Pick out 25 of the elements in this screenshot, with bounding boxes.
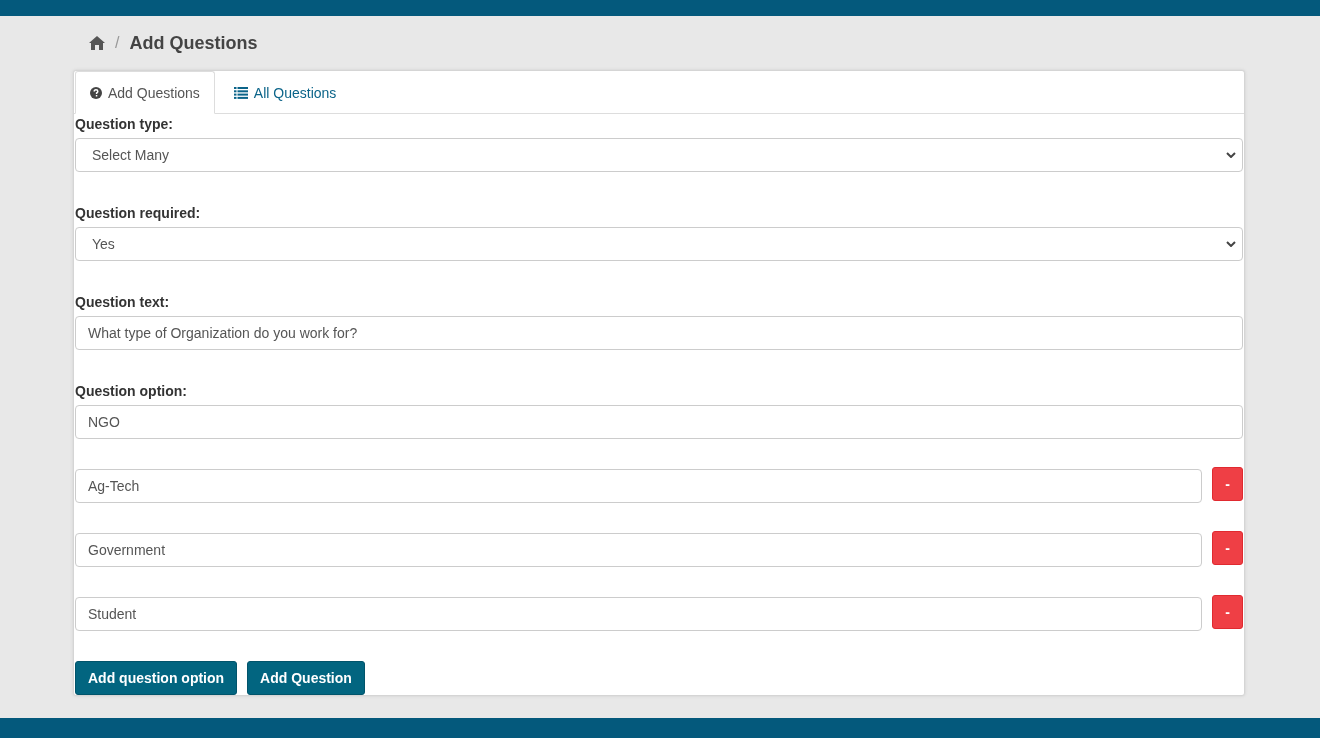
input-field[interactable]: NGO xyxy=(75,405,1243,439)
remove-button[interactable]: - xyxy=(1212,531,1243,565)
input-field[interactable]: Government xyxy=(75,533,1202,567)
question-circle-icon xyxy=(90,86,102,99)
chevron-down-icon xyxy=(1226,152,1236,158)
field-label: Question required: xyxy=(75,204,202,221)
breadcrumb-separator: / xyxy=(115,34,120,52)
field-label: Question option: xyxy=(75,382,188,399)
input-field[interactable]: Student xyxy=(75,597,1202,631)
field-label: Question text: xyxy=(75,293,171,310)
home-icon[interactable] xyxy=(89,36,105,50)
action-button[interactable]: Add question option xyxy=(75,661,238,695)
tab[interactable]: All Questions xyxy=(214,71,352,114)
remove-button[interactable]: - xyxy=(1212,467,1243,501)
remove-button[interactable]: - xyxy=(1212,595,1243,629)
select-field[interactable]: Select Many xyxy=(75,138,1243,172)
list-icon xyxy=(233,86,248,99)
page-title: Add Questions xyxy=(129,32,258,54)
action-button[interactable]: Add Question xyxy=(247,661,365,695)
tab[interactable]: Add Questions xyxy=(75,71,215,114)
field-label: Question type: xyxy=(75,115,174,132)
input-field[interactable]: What type of Organization do you work for? xyxy=(75,316,1243,350)
select-field[interactable]: Yes xyxy=(75,227,1243,261)
chevron-down-icon xyxy=(1226,241,1236,247)
input-field[interactable]: Ag-Tech xyxy=(75,469,1202,503)
